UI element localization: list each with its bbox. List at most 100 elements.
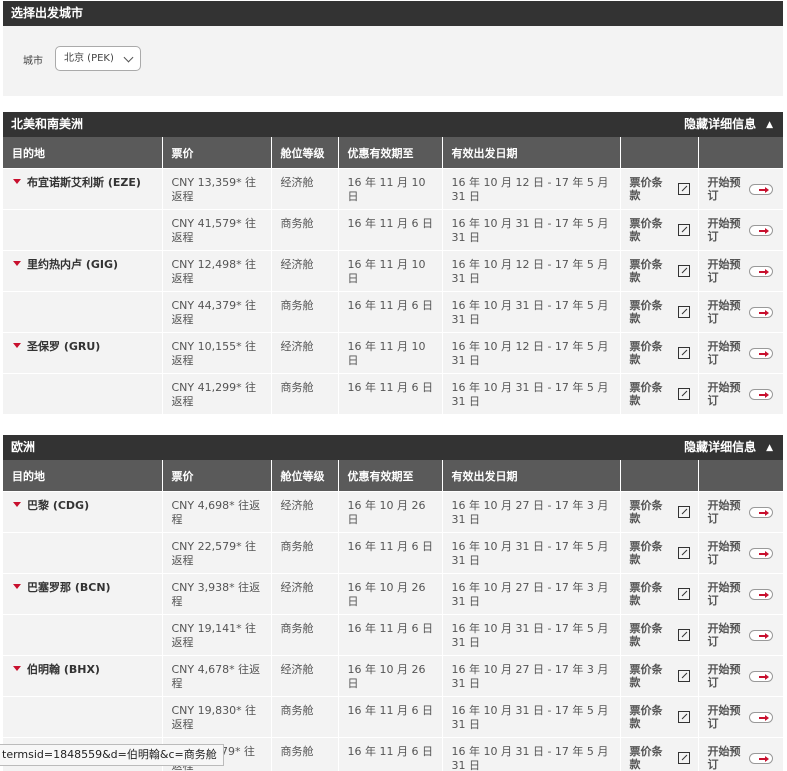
expand-triangle-icon[interactable] — [13, 178, 21, 184]
fare-terms-link[interactable]: 票价条款 — [620, 167, 699, 209]
fare-terms-link[interactable]: 票价条款 — [620, 695, 699, 737]
arrow-right-icon[interactable] — [749, 306, 773, 318]
section-header-europe: 欧洲 隐藏详细信息 ▲ — [3, 435, 783, 460]
popup-window-icon[interactable] — [677, 387, 690, 400]
expand-triangle-icon[interactable] — [13, 342, 21, 348]
destination-name: 里约热内卢 (GIG) — [27, 257, 119, 271]
arrow-right-icon[interactable] — [749, 711, 773, 723]
city-select[interactable]: 北京 (PEK) — [55, 46, 141, 71]
popup-window-icon[interactable] — [677, 264, 690, 277]
hide-details-toggle[interactable]: 隐藏详细信息 ▲ — [684, 112, 773, 138]
destination-cell[interactable]: 布宜诺斯艾利斯 (EZE) — [3, 167, 163, 209]
book-now-link[interactable]: 开始预订 — [698, 572, 783, 614]
book-now-link[interactable]: 开始预订 — [698, 372, 783, 414]
book-now-link[interactable]: 开始预订 — [698, 695, 783, 737]
book-now-link[interactable]: 开始预订 — [698, 290, 783, 332]
book-now-link[interactable]: 开始预订 — [698, 490, 783, 532]
hide-details-label: 隐藏详细信息 — [684, 117, 757, 131]
popup-window-icon[interactable] — [677, 751, 690, 764]
arrow-right-icon[interactable] — [749, 506, 773, 518]
arrow-right-icon[interactable] — [749, 670, 773, 682]
popup-window-icon[interactable] — [677, 305, 690, 318]
fare-terms-link[interactable]: 票价条款 — [620, 572, 699, 614]
popup-window-icon[interactable] — [677, 223, 690, 236]
destination-cell[interactable]: 圣保罗 (GRU) — [3, 331, 163, 373]
cabin-class: 经济舱 — [271, 167, 339, 209]
book-now-link[interactable]: 开始预订 — [698, 613, 783, 655]
expand-triangle-icon[interactable] — [13, 583, 21, 589]
travel-dates: 16 年 10 月 27 日 - 17 年 3 月 31 日 — [442, 490, 621, 532]
fare-price: CNY 4,698* 往返程 — [162, 490, 272, 532]
city-select-value: 北京 (PEK) — [64, 53, 114, 64]
fare-terms-label: 票价条款 — [629, 703, 663, 730]
fare-terms-label: 票价条款 — [629, 175, 663, 202]
fare-terms-link[interactable]: 票价条款 — [620, 654, 699, 696]
destination-cell[interactable]: 伯明翰 (BHX) — [3, 654, 163, 696]
cabin-class: 经济舱 — [271, 331, 339, 373]
offer-valid-until: 16 年 11 月 6 日 — [338, 613, 443, 655]
fare-terms-link[interactable]: 票价条款 — [620, 290, 699, 332]
cabin-class: 商务舱 — [271, 531, 339, 573]
travel-dates: 16 年 10 月 31 日 - 17 年 5 月 31 日 — [442, 208, 621, 250]
book-now-link[interactable]: 开始预订 — [698, 331, 783, 373]
book-now-label: 开始预订 — [707, 498, 741, 525]
expand-triangle-icon[interactable] — [13, 260, 21, 266]
book-now-label: 开始预订 — [707, 257, 741, 284]
book-now-link[interactable]: 开始预订 — [698, 208, 783, 250]
destination-name: 伯明翰 (BHX) — [27, 662, 100, 676]
fare-terms-link[interactable]: 票价条款 — [620, 331, 699, 373]
fare-terms-link[interactable]: 票价条款 — [620, 490, 699, 532]
fare-price: CNY 19,141* 往返程 — [162, 613, 272, 655]
book-now-link[interactable]: 开始预订 — [698, 531, 783, 573]
travel-dates: 16 年 10 月 31 日 - 17 年 5 月 31 日 — [442, 290, 621, 332]
arrow-right-icon[interactable] — [749, 347, 773, 359]
arrow-right-icon[interactable] — [749, 588, 773, 600]
popup-window-icon[interactable] — [677, 346, 690, 359]
fare-price: CNY 3,938* 往返程 — [162, 572, 272, 614]
destination-cell[interactable]: 巴黎 (CDG) — [3, 490, 163, 532]
fare-terms-label: 票价条款 — [629, 539, 663, 566]
popup-window-icon[interactable] — [677, 628, 690, 641]
table-row: CNY 41,579* 往返程 商务舱 16 年 11 月 6 日 16 年 10 月… — [3, 208, 783, 250]
book-now-link[interactable]: 开始预订 — [698, 736, 783, 771]
departure-header: 选择出发城市 — [3, 1, 783, 26]
travel-dates: 16 年 10 月 12 日 - 17 年 5 月 31 日 — [442, 167, 621, 209]
expand-triangle-icon[interactable] — [13, 501, 21, 507]
popup-window-icon[interactable] — [677, 182, 690, 195]
arrow-right-icon[interactable] — [749, 388, 773, 400]
fare-terms-label: 票价条款 — [629, 744, 663, 771]
popup-window-icon[interactable] — [677, 546, 690, 559]
fare-terms-link[interactable]: 票价条款 — [620, 531, 699, 573]
destination-cell — [3, 531, 163, 573]
book-now-link[interactable]: 开始预订 — [698, 249, 783, 291]
offer-valid-until: 16 年 11 月 10 日 — [338, 249, 443, 291]
caret-up-icon: ▲ — [766, 120, 773, 130]
fare-terms-link[interactable]: 票价条款 — [620, 736, 699, 771]
travel-dates: 16 年 10 月 31 日 - 17 年 5 月 31 日 — [442, 531, 621, 573]
fare-terms-link[interactable]: 票价条款 — [620, 613, 699, 655]
expand-triangle-icon[interactable] — [13, 665, 21, 671]
offer-valid-until: 16 年 11 月 6 日 — [338, 208, 443, 250]
fare-terms-link[interactable]: 票价条款 — [620, 372, 699, 414]
popup-window-icon[interactable] — [677, 710, 690, 723]
hide-details-toggle[interactable]: 隐藏详细信息 ▲ — [684, 435, 773, 461]
book-now-label: 开始预订 — [707, 298, 741, 325]
cabin-class: 商务舱 — [271, 695, 339, 737]
fare-price: CNY 4,678* 往返程 — [162, 654, 272, 696]
arrow-right-icon[interactable] — [749, 547, 773, 559]
fare-terms-link[interactable]: 票价条款 — [620, 249, 699, 291]
book-now-link[interactable]: 开始预订 — [698, 654, 783, 696]
destination-cell[interactable]: 里约热内卢 (GIG) — [3, 249, 163, 291]
book-now-link[interactable]: 开始预订 — [698, 167, 783, 209]
arrow-right-icon[interactable] — [749, 629, 773, 641]
arrow-right-icon[interactable] — [749, 752, 773, 764]
arrow-right-icon[interactable] — [749, 224, 773, 236]
destination-cell[interactable]: 巴塞罗那 (BCN) — [3, 572, 163, 614]
fare-terms-link[interactable]: 票价条款 — [620, 208, 699, 250]
popup-window-icon[interactable] — [677, 669, 690, 682]
arrow-right-icon[interactable] — [749, 183, 773, 195]
arrow-right-icon[interactable] — [749, 265, 773, 277]
popup-window-icon[interactable] — [677, 587, 690, 600]
destination-name: 巴黎 (CDG) — [27, 498, 90, 512]
popup-window-icon[interactable] — [677, 505, 690, 518]
